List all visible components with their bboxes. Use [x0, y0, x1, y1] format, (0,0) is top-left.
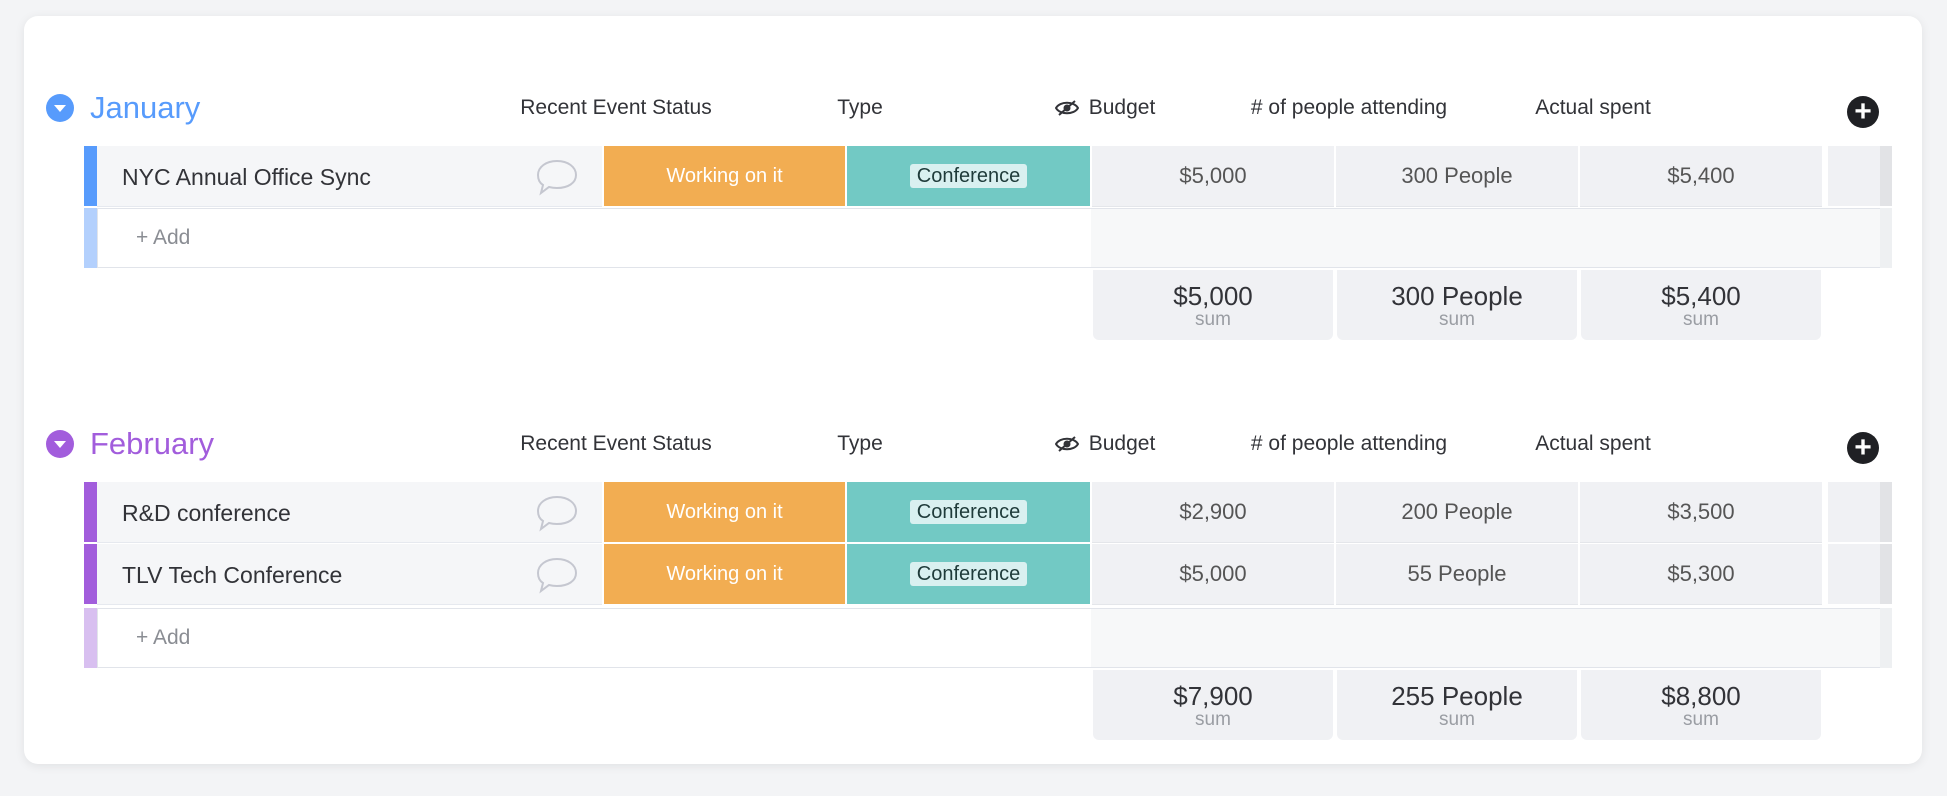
actual-sum: $5,400 sum	[1581, 270, 1821, 340]
item-name: TLV Tech Conference	[122, 562, 343, 588]
column-header-attending[interactable]: # of people attending	[1228, 430, 1470, 458]
column-header-status[interactable]: Recent Event Status	[494, 430, 738, 458]
budget-cell[interactable]: $2,900	[1092, 482, 1334, 543]
group-title[interactable]: January	[90, 90, 200, 126]
sum-label: sum	[1439, 709, 1475, 730]
row-end-bar	[1880, 146, 1892, 206]
type-label: Conference	[909, 500, 1028, 524]
actual-cell[interactable]: $5,300	[1580, 544, 1822, 605]
table-row[interactable]: TLV Tech Conference Working on it Confer…	[84, 544, 1892, 605]
add-item-input[interactable]: + Add	[97, 208, 1881, 268]
sum-label: sum	[1683, 709, 1719, 730]
item-name: NYC Annual Office Sync	[122, 164, 371, 190]
attending-sum: 300 People sum	[1337, 270, 1577, 340]
sum-value: $8,800	[1661, 681, 1741, 711]
add-row-end-bar	[1880, 208, 1892, 268]
status-cell[interactable]: Working on it	[604, 544, 845, 604]
eye-icon	[1054, 436, 1079, 452]
sum-value: $7,900	[1173, 681, 1253, 711]
type-cell[interactable]: Conference	[847, 544, 1090, 604]
name-cell[interactable]: R&D conference	[97, 482, 602, 543]
column-header-type[interactable]: Type	[738, 94, 982, 122]
budget-cell[interactable]: $5,000	[1092, 544, 1334, 605]
add-item-row[interactable]: + Add	[84, 608, 1892, 668]
group-header: January Recent Event Status Type Budget …	[24, 72, 1922, 142]
add-column-button[interactable]: +	[1847, 96, 1879, 128]
row-color-bar	[84, 544, 97, 604]
attending-cell[interactable]: 200 People	[1336, 482, 1578, 543]
row-end-cell	[1828, 544, 1880, 604]
eye-icon	[1054, 100, 1079, 116]
add-item-label: + Add	[136, 626, 191, 649]
group-february: February Recent Event Status Type Budget…	[24, 408, 1922, 740]
attending-sum: 255 People sum	[1337, 670, 1577, 740]
add-item-label: + Add	[136, 226, 191, 249]
column-header-attending[interactable]: # of people attending	[1228, 94, 1470, 122]
add-row-color-bar	[84, 208, 97, 268]
add-item-input[interactable]: + Add	[97, 608, 1881, 668]
column-header-actual[interactable]: Actual spent	[1472, 430, 1714, 458]
add-row-empty-cells	[1091, 209, 1880, 267]
sum-value: $5,400	[1661, 281, 1741, 311]
add-row-end-bar	[1880, 608, 1892, 668]
sum-label: sum	[1195, 309, 1231, 330]
actual-cell[interactable]: $3,500	[1580, 482, 1822, 543]
collapse-toggle-icon[interactable]	[46, 430, 74, 458]
sum-value: $5,000	[1173, 281, 1253, 311]
row-color-bar	[84, 482, 97, 542]
chat-bubble-icon[interactable]	[535, 556, 579, 594]
row-color-bar	[84, 146, 97, 206]
type-label: Conference	[909, 164, 1028, 188]
actual-sum: $8,800 sum	[1581, 670, 1821, 740]
chat-bubble-icon[interactable]	[535, 158, 579, 196]
group-title[interactable]: February	[90, 426, 214, 462]
group-january: January Recent Event Status Type Budget …	[24, 72, 1922, 340]
column-header-budget-label: Budget	[1088, 432, 1156, 455]
add-column-button[interactable]: +	[1847, 432, 1879, 464]
collapse-toggle-icon[interactable]	[46, 94, 74, 122]
attending-cell[interactable]: 300 People	[1336, 146, 1578, 207]
column-header-actual[interactable]: Actual spent	[1472, 94, 1714, 122]
item-name: R&D conference	[122, 500, 291, 526]
column-header-budget-label: Budget	[1088, 96, 1156, 119]
sum-label: sum	[1195, 709, 1231, 730]
add-row-color-bar	[84, 608, 97, 668]
add-row-empty-cells	[1091, 609, 1880, 667]
column-header-budget[interactable]: Budget	[984, 94, 1226, 122]
budget-sum: $5,000 sum	[1093, 270, 1333, 340]
sum-label: sum	[1439, 309, 1475, 330]
budget-sum: $7,900 sum	[1093, 670, 1333, 740]
group-header: February Recent Event Status Type Budget…	[24, 408, 1922, 478]
type-cell[interactable]: Conference	[847, 482, 1090, 542]
sum-label: sum	[1683, 309, 1719, 330]
column-header-budget[interactable]: Budget	[984, 430, 1226, 458]
add-item-row[interactable]: + Add	[84, 208, 1892, 268]
status-cell[interactable]: Working on it	[604, 146, 845, 206]
sum-value: 255 People	[1391, 681, 1523, 711]
name-cell[interactable]: NYC Annual Office Sync	[97, 146, 602, 207]
sum-value: 300 People	[1391, 281, 1523, 311]
row-end-cell	[1828, 482, 1880, 542]
status-cell[interactable]: Working on it	[604, 482, 845, 542]
row-end-cell	[1828, 146, 1880, 206]
name-cell[interactable]: TLV Tech Conference	[97, 544, 602, 605]
column-header-type[interactable]: Type	[738, 430, 982, 458]
table-row[interactable]: NYC Annual Office Sync Working on it Con…	[84, 146, 1892, 207]
actual-cell[interactable]: $5,400	[1580, 146, 1822, 207]
budget-cell[interactable]: $5,000	[1092, 146, 1334, 207]
row-end-bar	[1880, 544, 1892, 604]
chat-bubble-icon[interactable]	[535, 494, 579, 532]
column-header-status[interactable]: Recent Event Status	[494, 94, 738, 122]
row-end-bar	[1880, 482, 1892, 542]
table-row[interactable]: R&D conference Working on it Conference …	[84, 482, 1892, 543]
type-cell[interactable]: Conference	[847, 146, 1090, 206]
attending-cell[interactable]: 55 People	[1336, 544, 1578, 605]
type-label: Conference	[909, 562, 1028, 586]
board-card: January Recent Event Status Type Budget …	[24, 16, 1922, 764]
